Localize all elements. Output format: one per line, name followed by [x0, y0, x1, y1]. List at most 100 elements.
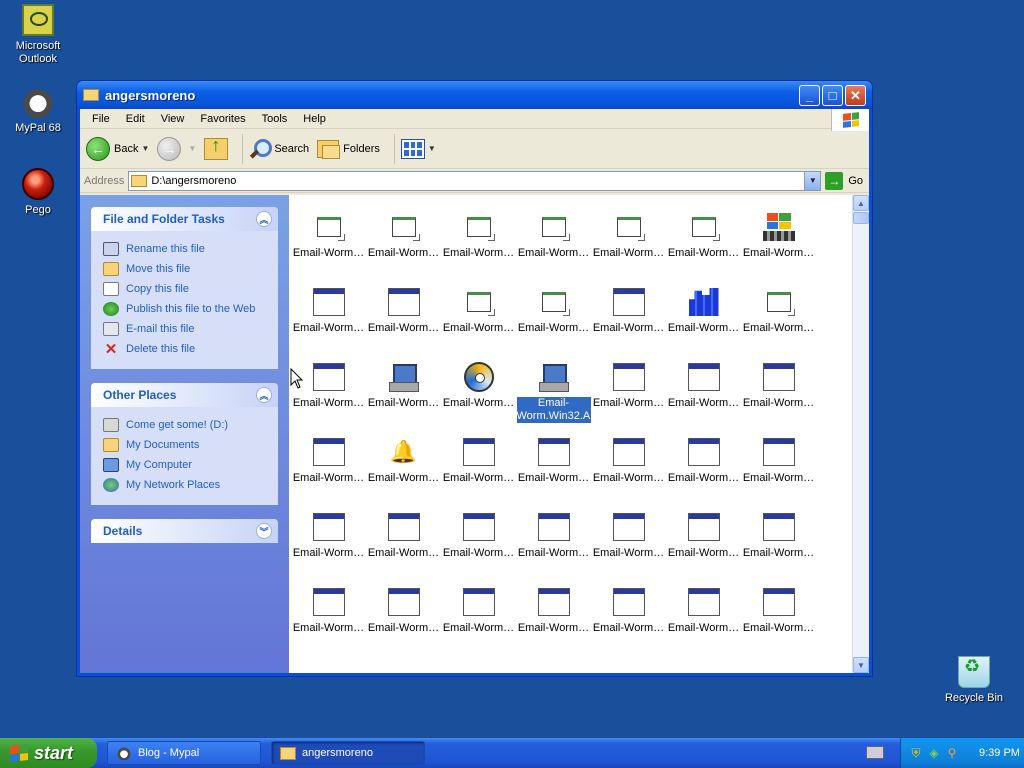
views-button[interactable]: ▼: [400, 138, 436, 159]
file-item[interactable]: Email-Worm…: [291, 286, 366, 361]
file-item[interactable]: Email-Worm…: [516, 286, 591, 361]
task-publish[interactable]: Publish this file to the Web: [103, 299, 266, 319]
task-delete[interactable]: ✕ Delete this file: [103, 339, 266, 359]
file-item[interactable]: Email-Worm…: [291, 436, 366, 511]
file-item[interactable]: Email-Worm…: [666, 586, 741, 661]
maximize-button[interactable]: □: [822, 84, 843, 106]
menu-file[interactable]: File: [84, 113, 118, 125]
file-item[interactable]: Email-Worm…: [441, 511, 516, 586]
file-item[interactable]: Email-Worm…: [366, 286, 441, 361]
file-item[interactable]: 🔔 Email-Worm…: [366, 436, 441, 511]
file-item[interactable]: Email-Worm…: [741, 286, 816, 361]
desktop-icon-mypal[interactable]: MyPal 68: [0, 86, 76, 135]
file-item[interactable]: Email-Worm…: [666, 211, 741, 286]
file-item[interactable]: Email-Worm…: [666, 361, 741, 436]
app-file-icon: [687, 511, 721, 543]
file-item[interactable]: Email-Worm…: [591, 286, 666, 361]
go-button[interactable]: → Go: [825, 171, 863, 190]
file-item[interactable]: Email-Worm…: [291, 586, 366, 661]
file-item[interactable]: Email-Worm…: [741, 361, 816, 436]
chevron-down-icon[interactable]: ▼: [188, 144, 196, 153]
file-item[interactable]: Email-Worm…: [366, 361, 441, 436]
file-item[interactable]: Email-Worm…: [366, 511, 441, 586]
panel-header[interactable]: File and Folder Tasks ︽: [91, 207, 278, 231]
address-input[interactable]: D:\angersmoreno ▼: [128, 170, 822, 191]
file-item[interactable]: Email-Worm…: [741, 436, 816, 511]
file-item[interactable]: Email-Worm…: [741, 211, 816, 286]
menu-view[interactable]: View: [153, 113, 193, 125]
file-label: Email-Worm…: [592, 622, 665, 634]
file-item[interactable]: Email-Worm.Win32.Anap.a: [516, 361, 591, 436]
file-item[interactable]: Email-Worm…: [591, 511, 666, 586]
panel-header[interactable]: Details ︾: [91, 519, 278, 543]
file-item[interactable]: Email-Worm…: [591, 586, 666, 661]
file-item[interactable]: Email-Worm…: [666, 436, 741, 511]
task-move[interactable]: Move this file: [103, 259, 266, 279]
panel-header[interactable]: Other Places ︽: [91, 383, 278, 407]
file-item[interactable]: Email-Worm…: [366, 211, 441, 286]
file-item[interactable]: Email-Worm…: [441, 286, 516, 361]
folders-button[interactable]: Folders: [317, 139, 380, 159]
file-item[interactable]: Email-Worm…: [516, 436, 591, 511]
taskbar-item-angersmoreno[interactable]: angersmoreno: [271, 741, 425, 765]
desktop-icon-recycle-bin[interactable]: Recycle Bin: [936, 656, 1012, 705]
forward-button[interactable]: → ▼: [157, 136, 196, 161]
collapse-icon[interactable]: ︽: [256, 387, 272, 403]
file-item[interactable]: Email-Worm…: [366, 586, 441, 661]
keyboard-icon[interactable]: [866, 746, 884, 759]
panel-title: Details: [103, 524, 143, 538]
address-dropdown-button[interactable]: ▼: [804, 171, 821, 190]
file-item[interactable]: Email-Worm…: [291, 511, 366, 586]
app-file-icon: [612, 286, 646, 318]
file-item[interactable]: Email-Worm…: [666, 511, 741, 586]
task-email[interactable]: E-mail this file: [103, 319, 266, 339]
search-icon[interactable]: ⚲: [945, 746, 959, 760]
scroll-thumb[interactable]: [853, 212, 869, 224]
file-item[interactable]: Email-Worm…: [441, 586, 516, 661]
file-item[interactable]: Email-Worm…: [516, 511, 591, 586]
clock[interactable]: 9:39 PM: [979, 747, 1020, 759]
place-my-documents[interactable]: My Documents: [103, 435, 266, 455]
place-my-network-places[interactable]: My Network Places: [103, 475, 266, 495]
file-item[interactable]: Email-Worm…: [591, 361, 666, 436]
place-my-computer[interactable]: My Computer: [103, 455, 266, 475]
file-item[interactable]: Email-Worm…: [291, 211, 366, 286]
task-rename[interactable]: Rename this file: [103, 239, 266, 259]
desktop-icon-microsoft-outlook[interactable]: Microsoft Outlook: [0, 4, 76, 66]
scroll-up-button[interactable]: ▲: [853, 195, 869, 211]
file-item[interactable]: Email-Worm…: [666, 286, 741, 361]
file-item[interactable]: Email-Worm…: [441, 211, 516, 286]
taskbar-item-blog-mypal[interactable]: Blog - Mypal: [107, 741, 261, 765]
expand-icon[interactable]: ︾: [256, 523, 272, 539]
menu-edit[interactable]: Edit: [118, 113, 153, 125]
search-button[interactable]: Search: [249, 138, 309, 160]
place-drive-d[interactable]: Come get some! (D:): [103, 415, 266, 435]
title-bar[interactable]: angersmoreno _ □ ✕: [77, 81, 872, 109]
security-shield-icon[interactable]: ⛨: [909, 746, 923, 760]
up-button[interactable]: [204, 135, 229, 160]
file-item[interactable]: Email-Worm…: [516, 586, 591, 661]
task-copy[interactable]: Copy this file: [103, 279, 266, 299]
vertical-scrollbar[interactable]: ▲ ▼: [852, 195, 869, 673]
file-item[interactable]: Email-Worm…: [441, 436, 516, 511]
menu-help[interactable]: Help: [295, 113, 334, 125]
chevron-down-icon[interactable]: ▼: [141, 144, 149, 153]
close-button[interactable]: ✕: [845, 84, 866, 106]
file-item[interactable]: Email-Worm…: [591, 211, 666, 286]
file-item[interactable]: Email-Worm…: [516, 211, 591, 286]
menu-favorites[interactable]: Favorites: [192, 113, 253, 125]
chevron-down-icon[interactable]: ▼: [428, 144, 436, 153]
desktop-icon-pego[interactable]: Pego: [0, 168, 76, 217]
file-item[interactable]: Email-Worm…: [591, 436, 666, 511]
scroll-down-button[interactable]: ▼: [853, 657, 869, 673]
collapse-icon[interactable]: ︽: [256, 211, 272, 227]
file-item[interactable]: Email-Worm…: [741, 511, 816, 586]
file-item[interactable]: Email-Worm…: [741, 586, 816, 661]
file-label: Email-Worm…: [667, 622, 740, 634]
minimize-button[interactable]: _: [799, 84, 820, 106]
file-item[interactable]: Email-Worm…: [441, 361, 516, 436]
start-button[interactable]: start: [0, 738, 97, 768]
network-icon[interactable]: ◈: [927, 746, 941, 760]
back-button[interactable]: ← Back ▼: [86, 136, 149, 161]
menu-tools[interactable]: Tools: [254, 113, 296, 125]
